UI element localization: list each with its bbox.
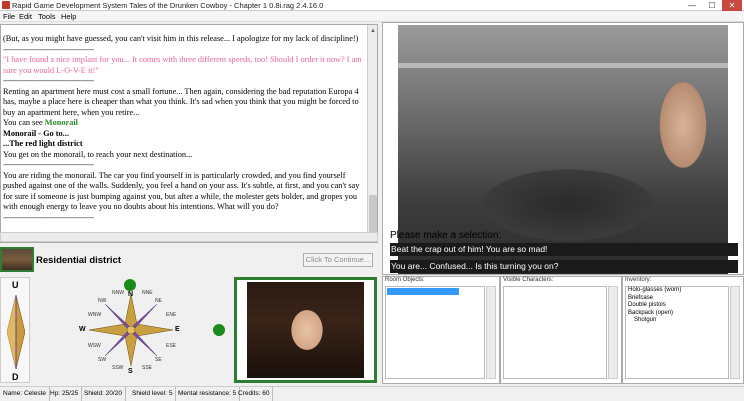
dir-nnw[interactable]: NNW: [112, 290, 124, 296]
story-hscrollbar[interactable]: [0, 232, 378, 242]
inventory-item[interactable]: Briefcase: [626, 295, 728, 303]
story-line: Renting an apartment here must cost a sm…: [3, 86, 359, 117]
inventory-scrollbar[interactable]: [730, 286, 740, 379]
visible-characters-scrollbar[interactable]: [608, 286, 618, 379]
inventory-item[interactable]: Double pistols: [626, 302, 728, 310]
story-scrollbar[interactable]: ▲ ▼: [367, 25, 377, 242]
visible-characters-panel: Visible Characters:: [500, 276, 622, 384]
story-link[interactable]: Monorail: [45, 118, 78, 127]
inventory-title: Inventory:: [625, 277, 652, 283]
inventory-list[interactable]: Holo-glasses (worn) Briefcase Double pisto…: [625, 286, 729, 379]
status-mental-resistance: Mental resistance: 5: [175, 387, 241, 401]
menu-file[interactable]: File: [3, 11, 15, 22]
maximize-button[interactable]: ☐: [702, 0, 722, 11]
inventory-panel: Inventory: Holo-glasses (worn) Briefcase D…: [622, 276, 744, 384]
dir-nne[interactable]: NNE: [142, 290, 153, 296]
continue-button[interactable]: Click To Continue...: [303, 253, 373, 267]
inventory-item[interactable]: Backpack (open): [626, 310, 728, 318]
room-objects-list[interactable]: [385, 286, 485, 379]
story-line: ----------------------------------------: [3, 212, 94, 222]
minimize-button[interactable]: —: [682, 0, 702, 11]
story-line: "I have found a nice implant for you... …: [3, 55, 362, 75]
dir-wsw[interactable]: WSW: [88, 343, 101, 349]
dir-e[interactable]: E: [175, 326, 180, 333]
room-objects-title: Room Objects:: [385, 277, 425, 283]
menu-tools[interactable]: Tools: [38, 11, 56, 22]
scene-rail: [398, 63, 728, 68]
story-text-pane[interactable]: (But, as you might have guessed, you can…: [0, 24, 378, 243]
choice-option-2[interactable]: You are... Confused... Is this turning y…: [390, 260, 738, 273]
story-line: (But, as you might have guessed, you can…: [3, 34, 359, 43]
portrait-image: [247, 282, 364, 378]
story-line: You are riding the monorail. The car you…: [3, 170, 360, 212]
story-body: (But, as you might have guessed, you can…: [3, 34, 363, 223]
up-down-needle-icon: [7, 295, 25, 369]
dir-sw[interactable]: SW: [98, 357, 106, 363]
close-button[interactable]: ✕: [722, 0, 742, 11]
story-line: ----------------------------------------: [3, 44, 94, 54]
menu-help[interactable]: Help: [61, 11, 76, 22]
selection-prompt: Please make a selection:: [390, 230, 502, 241]
status-hp: Hp: 25/25: [47, 387, 83, 401]
dir-s[interactable]: S: [128, 368, 133, 375]
compass-rose: N S W E NW NE SW SE NNW NNE WNW ENE WSW …: [32, 277, 230, 383]
title-bar: Rapid Game Development System Tales of t…: [0, 0, 744, 11]
story-line: Monorail - Go to...: [3, 128, 69, 138]
location-thumbnail: [0, 247, 34, 272]
east-exit-indicator[interactable]: [213, 324, 225, 336]
north-exit-indicator[interactable]: [124, 279, 136, 291]
dir-n[interactable]: N: [128, 291, 133, 298]
status-bar: Name: Celeste Hp: 25/25 Shield: 20/20 Sh…: [0, 386, 744, 401]
story-line: You get on the monorail, to reach your n…: [3, 149, 193, 159]
inventory-item[interactable]: Holo-glasses (worn): [626, 287, 728, 295]
location-name: Residential district: [36, 255, 121, 266]
dir-se[interactable]: SE: [155, 357, 162, 363]
visible-characters-title: Visible Characters:: [503, 277, 554, 283]
dir-wnw[interactable]: WNW: [88, 312, 101, 318]
dir-ssw[interactable]: SSW: [112, 365, 123, 371]
down-label[interactable]: D: [12, 372, 19, 382]
dir-w[interactable]: W: [79, 326, 86, 333]
up-down-compass: U D: [0, 277, 30, 383]
room-objects-panel: Room Objects:: [382, 276, 500, 384]
scene-pane: Please make a selection: Beat the crap o…: [382, 22, 744, 275]
choice-option-1[interactable]: Beat the crap out of him! You are so mad…: [390, 243, 738, 256]
status-shield-level: Shield level: 5: [129, 387, 177, 401]
story-line: ...The red light district: [3, 139, 83, 148]
dir-ne[interactable]: NE: [155, 298, 162, 304]
menu-bar: File Edit Tools Help: [0, 11, 744, 22]
visible-characters-list[interactable]: [503, 286, 607, 379]
character-portrait: [234, 277, 377, 383]
dir-nw[interactable]: NW: [98, 298, 106, 304]
scroll-up-icon[interactable]: ▲: [370, 26, 376, 37]
dir-sse[interactable]: SSE: [142, 365, 152, 371]
status-shield: Shield: 20/20: [81, 387, 126, 401]
dir-ene[interactable]: ENE: [166, 312, 176, 318]
dir-ese[interactable]: ESE: [166, 343, 176, 349]
room-objects-scrollbar[interactable]: [486, 286, 496, 379]
inventory-item[interactable]: Shotgun: [626, 317, 728, 325]
room-objects-selected-row[interactable]: [387, 288, 459, 295]
app-icon: [2, 1, 10, 9]
window-title: Rapid Game Development System Tales of t…: [12, 1, 324, 10]
status-credits: Credits: 60: [235, 387, 274, 401]
story-line: ----------------------------------------: [3, 76, 94, 85]
menu-edit[interactable]: Edit: [19, 11, 32, 22]
story-line: You can see Monorail: [3, 118, 78, 127]
story-line: ----------------------------------------: [3, 160, 94, 169]
status-name: Name: Celeste: [0, 387, 50, 401]
up-label[interactable]: U: [12, 280, 19, 290]
